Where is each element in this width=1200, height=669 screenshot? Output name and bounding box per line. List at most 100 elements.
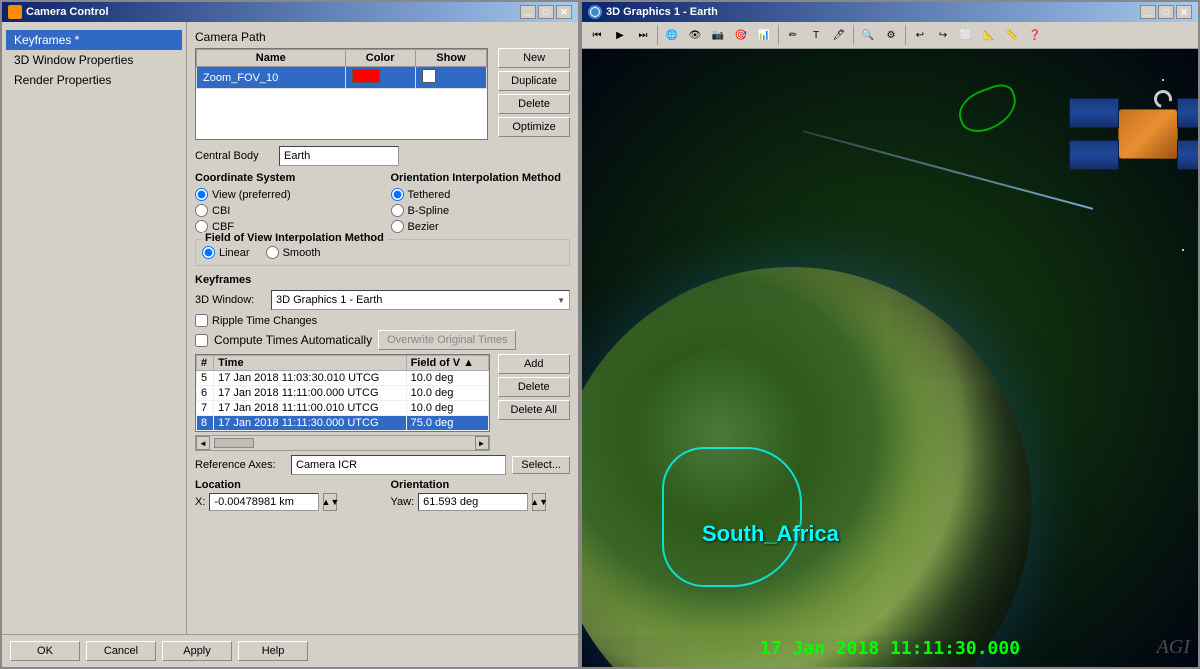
camera-path-row: Name Color Show Zoom_FOV_10 xyxy=(195,48,570,140)
optimize-button[interactable]: Optimize xyxy=(498,117,570,137)
add-keyframe-button[interactable]: Add xyxy=(498,354,570,374)
ripple-time-row: Ripple Time Changes xyxy=(195,314,570,327)
central-body-label: Central Body xyxy=(195,150,275,162)
reference-axes-input[interactable] xyxy=(291,455,506,475)
app-icon xyxy=(8,5,22,19)
kf-col-time: Time xyxy=(214,356,406,371)
table-row[interactable]: 5 17 Jan 2018 11:03:30.010 UTCG 10.0 deg xyxy=(197,371,489,386)
toolbar-rewind-button[interactable]: ⏮ xyxy=(586,24,608,46)
satellite xyxy=(1118,109,1178,159)
toolbar-measure-button[interactable]: 📐 xyxy=(978,24,1000,46)
toolbar-pencil-button[interactable]: ✏ xyxy=(782,24,804,46)
delete-button[interactable]: Delete xyxy=(498,94,570,114)
yaw-spin-button[interactable]: ▲▼ xyxy=(532,493,546,511)
coord-sys-title: Coordinate System xyxy=(195,172,375,184)
delete-all-keyframes-button[interactable]: Delete All xyxy=(498,400,570,420)
3d-toolbar: ⏮ ▶ ⏭ 🌐 👁 📷 🎯 📊 ✏ T 🖊 🔍 ⚙ ↩ ↪ ⬜ 📐 📏 ❓ xyxy=(582,22,1198,49)
sidebar-item-keyframes[interactable]: Keyframes * xyxy=(6,30,182,50)
delete-keyframe-button[interactable]: Delete xyxy=(498,377,570,397)
fov-title: Field of View Interpolation Method xyxy=(202,232,387,244)
toolbar-globe-button[interactable]: 🌐 xyxy=(661,24,683,46)
keyframes-section: Keyframes 3D Window: 3D Graphics 1 - Ear… xyxy=(195,274,570,511)
table-row[interactable]: 6 17 Jan 2018 11:11:00.000 UTCG 10.0 deg xyxy=(197,386,489,401)
x-input[interactable] xyxy=(209,493,319,511)
toolbar-target-button[interactable]: 🎯 xyxy=(730,24,752,46)
maximize-button[interactable]: □ xyxy=(538,5,554,19)
kf-table-container: # Time Field of V ▲ 5 17 Jan 2018 11:03:… xyxy=(195,354,490,432)
toolbar-pen-button[interactable]: 🖊 xyxy=(828,24,850,46)
toolbar-zoom-button[interactable]: 🔍 xyxy=(857,24,879,46)
radio-bezier[interactable]: Bezier xyxy=(391,220,571,233)
toolbar-ruler-button[interactable]: 📏 xyxy=(1001,24,1023,46)
radio-tethered[interactable]: Tethered xyxy=(391,188,571,201)
duplicate-button[interactable]: Duplicate xyxy=(498,71,570,91)
star xyxy=(1162,79,1164,81)
3d-window-dropdown[interactable]: 3D Graphics 1 - Earth ▼ xyxy=(271,290,570,310)
overwrite-button[interactable]: Overwrite Original Times xyxy=(378,330,516,350)
toolbar-help-button[interactable]: ❓ xyxy=(1024,24,1046,46)
central-body-input[interactable] xyxy=(279,146,399,166)
table-row[interactable]: 7 17 Jan 2018 11:11:00.010 UTCG 10.0 deg xyxy=(197,401,489,416)
radio-bspline[interactable]: B-Spline xyxy=(391,204,571,217)
radio-cbi[interactable]: CBI xyxy=(195,204,375,217)
compute-times-row: Compute Times Automatically Overwrite Or… xyxy=(195,330,570,350)
cancel-button[interactable]: Cancel xyxy=(86,641,156,661)
yaw-input[interactable] xyxy=(418,493,528,511)
right-close-button[interactable]: ✕ xyxy=(1176,5,1192,19)
right-minimize-button[interactable]: _ xyxy=(1140,5,1156,19)
toolbar-undo-button[interactable]: ↩ xyxy=(909,24,931,46)
left-content-area: Keyframes * 3D Window Properties Render … xyxy=(2,22,578,634)
table-row[interactable]: Zoom_FOV_10 xyxy=(197,67,487,89)
keyframes-table: # Time Field of V ▲ 5 17 Jan 2018 11:03:… xyxy=(196,355,489,431)
kf-col-num: # xyxy=(197,356,214,371)
table-row[interactable]: 8 17 Jan 2018 11:11:30.000 UTCG 75.0 deg xyxy=(197,416,489,431)
right-maximize-button[interactable]: □ xyxy=(1158,5,1174,19)
reference-axes-label: Reference Axes: xyxy=(195,459,285,471)
apply-button[interactable]: Apply xyxy=(162,641,232,661)
new-button[interactable]: New xyxy=(498,48,570,68)
kf-field: 75.0 deg xyxy=(406,416,488,431)
col-show: Show xyxy=(415,50,486,67)
ripple-time-checkbox[interactable] xyxy=(195,314,208,327)
ok-button[interactable]: OK xyxy=(10,641,80,661)
toolbar-forward-button[interactable]: ⏭ xyxy=(632,24,654,46)
x-spin-button[interactable]: ▲▼ xyxy=(323,493,337,511)
toolbar-chart-button[interactable]: 📊 xyxy=(753,24,775,46)
toolbar-settings-button[interactable]: ⚙ xyxy=(880,24,902,46)
select-button[interactable]: Select... xyxy=(512,456,570,474)
col-color: Color xyxy=(345,50,415,67)
help-button[interactable]: Help xyxy=(238,641,308,661)
toolbar-sep-2 xyxy=(778,25,779,45)
toolbar-select-button[interactable]: ⬜ xyxy=(955,24,977,46)
satellite-body xyxy=(1118,109,1178,159)
kf-num: 7 xyxy=(197,401,214,416)
radio-smooth[interactable]: Smooth xyxy=(266,246,321,259)
toolbar-play-button[interactable]: ▶ xyxy=(609,24,631,46)
orientation-interpolation-group: Orientation Interpolation Method Tethere… xyxy=(391,172,571,233)
radio-view[interactable]: View (preferred) xyxy=(195,188,375,201)
horizontal-scrollbar[interactable]: ◄ ► xyxy=(195,435,490,451)
sidebar-item-3dwindow[interactable]: 3D Window Properties xyxy=(6,50,182,70)
kf-time: 17 Jan 2018 11:11:00.010 UTCG xyxy=(214,401,406,416)
3d-graphics-titlebar: 3D Graphics 1 - Earth _ □ ✕ xyxy=(582,2,1198,22)
sidebar-item-render[interactable]: Render Properties xyxy=(6,70,182,90)
3d-window-label: 3D Window: xyxy=(195,294,265,306)
toolbar-text-button[interactable]: T xyxy=(805,24,827,46)
toolbar-eye-button[interactable]: 👁 xyxy=(684,24,706,46)
close-button[interactable]: ✕ xyxy=(556,5,572,19)
star xyxy=(1182,249,1184,251)
toolbar-sep-4 xyxy=(905,25,906,45)
toolbar-redo-button[interactable]: ↪ xyxy=(932,24,954,46)
scroll-thumb[interactable] xyxy=(214,438,254,448)
radio-linear[interactable]: Linear xyxy=(202,246,250,259)
scroll-right-button[interactable]: ► xyxy=(475,436,489,450)
kf-col-field: Field of V ▲ xyxy=(406,356,488,371)
minimize-button[interactable]: _ xyxy=(520,5,536,19)
toolbar-camera-button[interactable]: 📷 xyxy=(707,24,729,46)
x-label: X: xyxy=(195,496,205,508)
scroll-left-button[interactable]: ◄ xyxy=(196,436,210,450)
kf-time: 17 Jan 2018 11:11:30.000 UTCG xyxy=(214,416,406,431)
compute-times-checkbox[interactable] xyxy=(195,334,208,347)
kf-num: 6 xyxy=(197,386,214,401)
keyframes-table-area: # Time Field of V ▲ 5 17 Jan 2018 11:03:… xyxy=(195,354,570,451)
